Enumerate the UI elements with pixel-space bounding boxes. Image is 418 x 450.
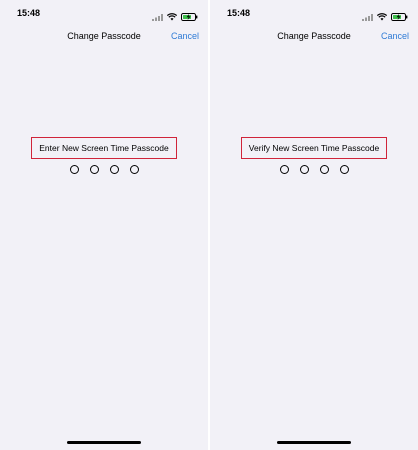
screen-enter-passcode: 15:48 Change Passcode Cancel Enter New S… — [0, 0, 208, 450]
home-indicator[interactable] — [277, 441, 351, 444]
status-time: 15:48 — [227, 8, 251, 18]
passcode-dot — [89, 165, 99, 174]
signal-icon — [152, 8, 163, 26]
passcode-dot — [129, 165, 139, 174]
passcode-dots[interactable] — [210, 165, 418, 174]
passcode-dots[interactable] — [0, 165, 208, 174]
battery-charging-icon — [391, 8, 408, 26]
passcode-dot — [319, 165, 329, 174]
comparison-stage: 15:48 Change Passcode Cancel Enter New S… — [0, 0, 418, 450]
status-time: 15:48 — [17, 8, 41, 18]
passcode-prompt: Enter New Screen Time Passcode — [0, 137, 208, 159]
passcode-dot — [69, 165, 79, 174]
home-indicator[interactable] — [67, 441, 141, 444]
status-icons — [362, 8, 408, 26]
signal-icon — [362, 8, 373, 26]
passcode-dot — [279, 165, 289, 174]
status-icons — [152, 8, 198, 26]
wifi-icon — [166, 8, 178, 26]
cancel-button[interactable]: Cancel — [381, 31, 409, 41]
passcode-dot — [299, 165, 309, 174]
passcode-prompt: Verify New Screen Time Passcode — [210, 137, 418, 159]
prompt-label: Enter New Screen Time Passcode — [31, 137, 177, 159]
cancel-button[interactable]: Cancel — [171, 31, 199, 41]
battery-charging-icon — [181, 8, 198, 26]
passcode-dot — [339, 165, 349, 174]
passcode-dot — [109, 165, 119, 174]
wifi-icon — [376, 8, 388, 26]
screen-verify-passcode: 15:48 Change Passcode Cancel Verify New … — [210, 0, 418, 450]
prompt-label: Verify New Screen Time Passcode — [240, 137, 388, 159]
